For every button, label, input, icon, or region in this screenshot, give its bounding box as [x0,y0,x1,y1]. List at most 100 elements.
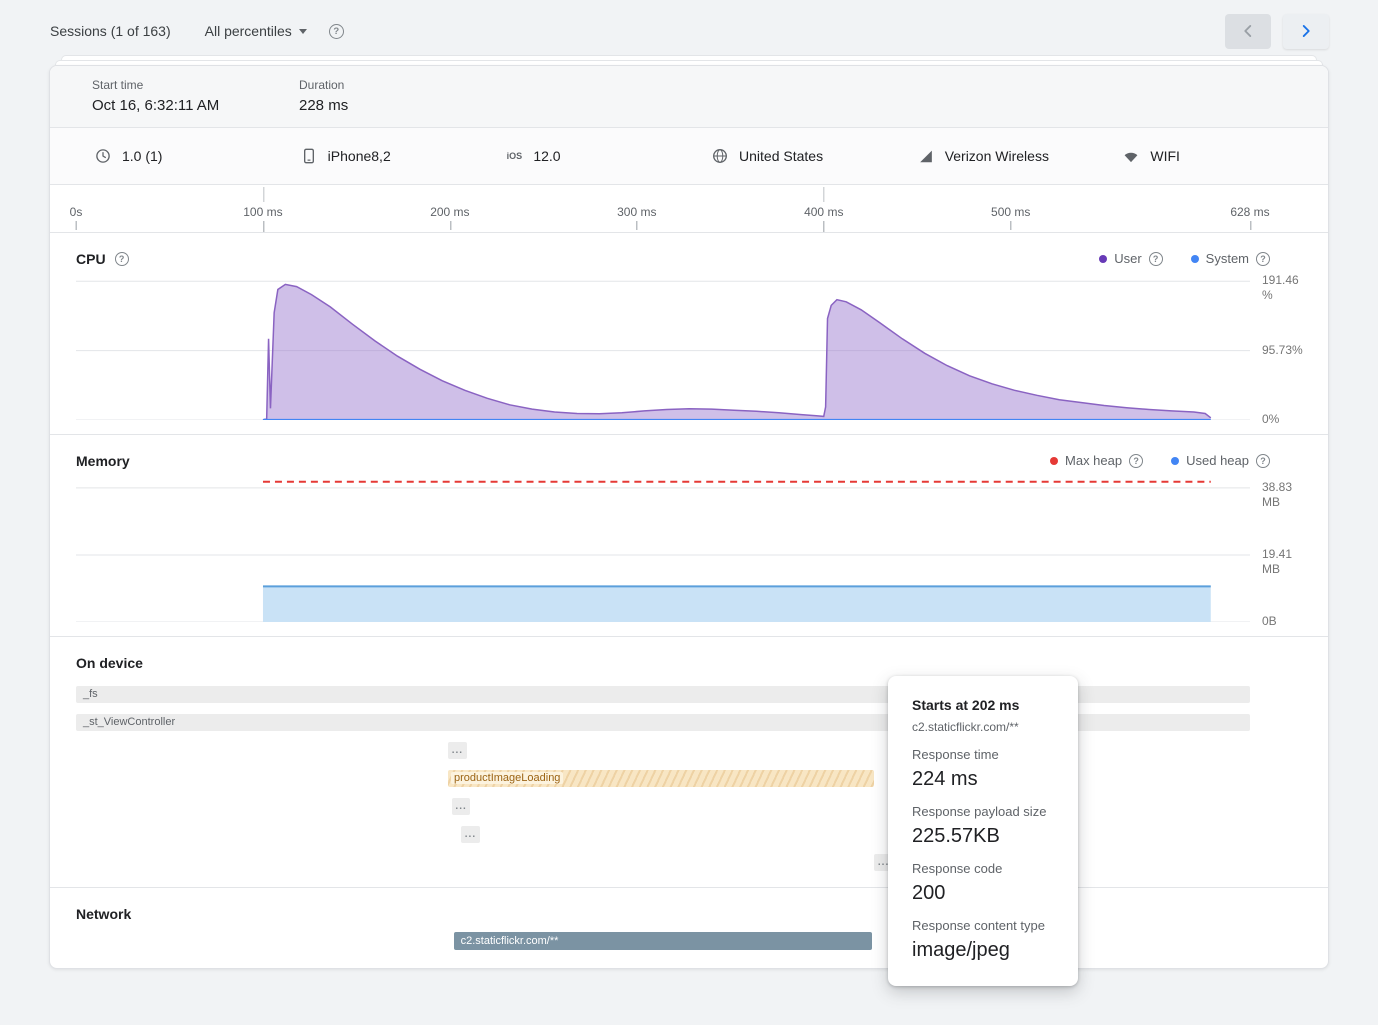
max-heap-legend-label: Max heap [1065,453,1122,468]
user-help-icon[interactable] [1149,252,1163,266]
tooltip-field-value: 224 ms [912,768,1054,791]
device-info-row: 1.0 (1) iPhone8,2 iOS 12.0 United States… [50,128,1328,185]
on-device-section: On device _fs _st_ViewController ... pro… [50,637,1328,888]
memory-section: Memory Max heap Used heap 38.83 MB 19.41… [50,435,1328,637]
timeline-tick: 100 ms [243,205,282,219]
tooltip-field-value: 200 [912,882,1054,905]
timeline-tick: 628 ms [1230,205,1269,219]
next-session-button[interactable] [1283,14,1329,49]
network-title-group: Network [76,906,131,922]
os-version-value: 12.0 [533,148,560,164]
memory-title: Memory [76,453,130,469]
cpu-help-icon[interactable] [115,252,129,266]
request-details-tooltip: Starts at 202 ms c2.staticflickr.com/** … [888,676,1078,986]
memory-ymax-label: 38.83 MB [1262,480,1310,510]
os-version-item: iOS 12.0 [505,148,711,164]
system-legend-dot [1191,255,1199,263]
cpu-ymax-label: 191.46 % [1262,273,1310,303]
app-version-icon [94,147,112,165]
user-legend-label: User [1114,251,1141,266]
percentile-help-icon[interactable] [329,24,344,39]
globe-icon [711,147,729,165]
memory-title-group: Memory [76,453,130,469]
tooltip-title: Starts at 202 ms [912,697,1054,713]
timeline-tick: 200 ms [430,205,469,219]
start-time-label: Start time [92,78,299,92]
collapsed-trace-chip[interactable]: ... [448,742,467,759]
network-section: Network c2.staticflickr.com/** [50,888,1328,958]
on-device-title: On device [76,655,143,671]
duration-value: 228 ms [299,97,506,114]
tooltip-field-label: Response code [912,861,1054,876]
device-model-value: iPhone8,2 [328,148,391,164]
tooltip-field-label: Response payload size [912,804,1054,819]
wifi-icon [1122,147,1140,165]
timeline-ruler: 0s 100 ms 200 ms 300 ms 400 ms 500 ms 62… [50,185,1328,233]
previous-session-button[interactable] [1225,14,1271,49]
collapsed-trace-chip[interactable]: ... [452,798,471,815]
used-heap-legend-dot [1171,457,1179,465]
percentile-filter-label: All percentiles [205,23,292,39]
cpu-chart-area[interactable]: 191.46 % 95.73% 0% [76,275,1250,420]
trace-bar-product-image-loading[interactable]: productImageLoading [448,770,874,787]
network-request-bar[interactable]: c2.staticflickr.com/** [454,932,873,950]
session-detail-page: Sessions (1 of 163) All percentiles Star… [0,0,1378,969]
start-time: Start time Oct 16, 6:32:11 AM [92,78,299,114]
tooltip-field-label: Response time [912,747,1054,762]
system-help-icon[interactable] [1256,252,1270,266]
used-heap-help-icon[interactable] [1256,454,1270,468]
percentile-filter-dropdown[interactable]: All percentiles [205,23,307,39]
duration: Duration 228 ms [299,78,506,114]
cpu-ymid-label: 95.73% [1262,343,1310,358]
memory-chart [76,477,1250,622]
timeline-tick: 300 ms [617,205,656,219]
network-title: Network [76,906,131,922]
cpu-section: CPU User System 191.46 % 95.73% 0% [50,233,1328,435]
cpu-title-group: CPU [76,251,129,267]
system-legend-label: System [1206,251,1249,266]
session-card: Start time Oct 16, 6:32:11 AM Duration 2… [49,65,1329,969]
tooltip-field-value: 225.57KB [912,825,1054,848]
connection-item: WIFI [1122,147,1328,165]
collapsed-trace-chip[interactable]: ... [461,826,480,843]
memory-chart-area[interactable]: 38.83 MB 19.41 MB 0B [76,477,1250,622]
cpu-chart [76,275,1250,420]
sessions-count-label: Sessions (1 of 163) [50,23,171,39]
tooltip-field-value: image/jpeg [912,939,1054,962]
cpu-ymin-label: 0% [1262,412,1310,427]
ios-icon: iOS [505,151,523,161]
carrier-value: Verizon Wireless [945,148,1049,164]
max-heap-help-icon[interactable] [1129,454,1143,468]
timeline-tick: 500 ms [991,205,1030,219]
timeline-tick: 0s [70,205,83,219]
dropdown-caret-icon [299,29,307,34]
toolbar: Sessions (1 of 163) All percentiles [0,0,1378,42]
user-legend-dot [1099,255,1107,263]
cpu-legend: User System [1099,251,1270,266]
session-summary: Start time Oct 16, 6:32:11 AM Duration 2… [50,66,1328,128]
cpu-title: CPU [76,251,106,267]
app-version-value: 1.0 (1) [122,148,162,164]
tooltip-url: c2.staticflickr.com/** [912,720,1054,734]
device-model-item: iPhone8,2 [300,147,506,165]
chevron-left-icon [1237,20,1259,42]
memory-legend: Max heap Used heap [1050,453,1270,468]
connection-value: WIFI [1150,148,1180,164]
max-heap-legend-dot [1050,457,1058,465]
country-value: United States [739,148,823,164]
app-version-item: 1.0 (1) [94,147,300,165]
country-item: United States [711,147,917,165]
carrier-item: Verizon Wireless [917,147,1123,165]
on-device-title-group: On device [76,655,143,671]
start-time-value: Oct 16, 6:32:11 AM [92,97,299,114]
used-heap-legend-label: Used heap [1186,453,1249,468]
chevron-right-icon [1295,20,1317,42]
phone-icon [300,147,318,165]
tooltip-field-label: Response content type [912,918,1054,933]
duration-label: Duration [299,78,506,92]
memory-ymin-label: 0B [1262,614,1310,629]
cell-signal-icon [917,147,935,165]
timeline-track: 0s 100 ms 200 ms 300 ms 400 ms 500 ms 62… [76,185,1250,232]
timeline-tick: 400 ms [804,205,843,219]
memory-ymid-label: 19.41 MB [1262,547,1310,577]
